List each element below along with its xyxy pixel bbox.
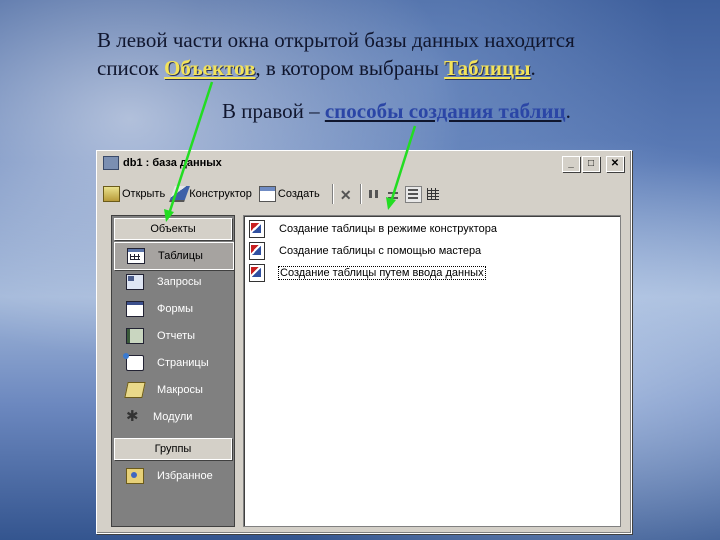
window-controls: _ □ ✕: [562, 156, 624, 172]
objects-highlight: Объектов: [164, 56, 256, 80]
line3-prefix: В правой –: [222, 99, 325, 123]
list-item-label: Создание таблицы в режиме конструктора: [279, 223, 497, 235]
sidebar-item-label: Модули: [153, 411, 193, 423]
large-icons-view-icon[interactable]: [367, 187, 382, 202]
create-button[interactable]: Создать: [258, 186, 320, 202]
slide-text-line1: В левой части окна открытой базы данных …: [97, 28, 575, 52]
module-icon: [126, 407, 140, 425]
sidebar-item-label: Отчеты: [157, 330, 196, 342]
sidebar-item-macros[interactable]: Макросы: [114, 377, 232, 403]
sidebar-item-favorites[interactable]: Избранное: [114, 463, 232, 489]
sidebar-item-pages[interactable]: Страницы: [114, 350, 232, 376]
details-view-icon[interactable]: [426, 187, 441, 202]
open-button[interactable]: Открыть: [103, 186, 165, 202]
minimize-button[interactable]: _: [562, 156, 580, 172]
maximize-button[interactable]: □: [582, 156, 600, 172]
sidebar-item-tables[interactable]: Таблицы: [114, 242, 234, 270]
sidebar-item-forms[interactable]: Формы: [114, 296, 232, 322]
line3-suffix: .: [565, 99, 571, 123]
list-item-label: Создание таблицы путем ввода данных: [278, 266, 486, 280]
database-window: db1 : база данных _ □ ✕ Открыть Конструк…: [96, 150, 632, 534]
sidebar-item-queries[interactable]: Запросы: [114, 269, 232, 295]
shortcut-icon: [249, 242, 265, 260]
constructor-icon: [169, 186, 191, 202]
list-view-icon[interactable]: [404, 185, 422, 203]
objects-header[interactable]: Объекты: [114, 218, 232, 240]
sidebar-item-label: Макросы: [157, 384, 203, 396]
favorites-icon: [126, 468, 144, 484]
line2-mid: , в котором выбраны: [255, 56, 445, 80]
list-item-label: Создание таблицы с помощью мастера: [279, 245, 482, 257]
methods-highlight: способы создания таблиц: [324, 99, 566, 123]
sidebar-item-label: Страницы: [157, 357, 209, 369]
shortcut-icon: [249, 220, 265, 238]
report-icon: [126, 328, 144, 344]
window-title: db1 : база данных: [123, 157, 222, 169]
toolbar-separator: [359, 184, 362, 204]
toolbar-separator: [331, 184, 334, 204]
table-icon: [127, 248, 145, 264]
open-icon: [103, 186, 120, 202]
tables-highlight: Таблицы: [444, 56, 531, 80]
window-titlebar[interactable]: db1 : база данных _ □ ✕: [100, 154, 628, 172]
sidebar-item-modules[interactable]: Модули: [114, 404, 232, 430]
sidebar-item-reports[interactable]: Отчеты: [114, 323, 232, 349]
line2-suffix: .: [530, 56, 536, 80]
create-icon: [258, 186, 276, 202]
list-item-create-data-entry[interactable]: Создание таблицы путем ввода данных: [249, 264, 486, 282]
slide-text-line3: В правой – способы создания таблиц.: [222, 98, 571, 124]
page-icon: [123, 353, 144, 371]
methods-panel: Создание таблицы в режиме конструктора С…: [243, 215, 621, 527]
list-item-create-wizard[interactable]: Создание таблицы с помощью мастера: [249, 242, 481, 260]
delete-icon[interactable]: ✕: [339, 187, 353, 203]
open-label: Открыть: [122, 188, 166, 200]
sidebar-item-label: Запросы: [157, 276, 202, 288]
slide-text-line2: список Объектов, в котором выбраны Табли…: [97, 55, 536, 81]
toolbar: Открыть Конструктор Создать ✕: [103, 182, 625, 206]
sidebar-item-label: Избранное: [157, 470, 213, 482]
objects-panel: Объекты Таблицы Запросы Формы Отчеты Стр…: [111, 215, 235, 527]
shortcut-icon: [249, 264, 265, 282]
macro-icon: [124, 382, 146, 398]
sidebar-item-label: Таблицы: [158, 250, 203, 262]
line2-prefix: список: [97, 56, 165, 80]
small-icons-view-icon[interactable]: [386, 187, 401, 202]
create-label: Создать: [277, 188, 320, 200]
groups-header[interactable]: Группы: [114, 438, 232, 460]
list-item-create-designer[interactable]: Создание таблицы в режиме конструктора: [249, 220, 497, 238]
close-button[interactable]: ✕: [606, 156, 624, 172]
database-icon: [103, 156, 119, 170]
form-icon: [126, 301, 144, 317]
constructor-label: Конструктор: [189, 188, 252, 200]
sidebar-item-label: Формы: [157, 303, 194, 315]
query-icon: [126, 274, 144, 290]
constructor-button[interactable]: Конструктор: [169, 186, 252, 202]
